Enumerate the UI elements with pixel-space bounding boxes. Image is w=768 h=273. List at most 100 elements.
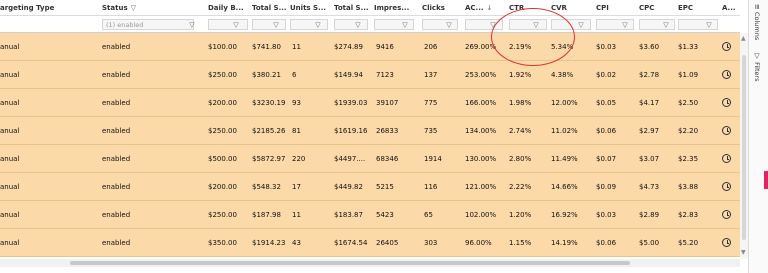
- cell-cvr: 11.49%: [551, 154, 578, 163]
- cell-impressions: 68346: [376, 154, 399, 163]
- history-action[interactable]: [722, 145, 740, 172]
- cell-daily-budget[interactable]: $500.00: [208, 145, 248, 172]
- col-header-epc[interactable]: EPC: [678, 0, 702, 15]
- cell-total-spend: $380.21: [252, 70, 281, 79]
- cpi-filter-funnel-icon[interactable]: ▽: [620, 19, 630, 30]
- cell-total-spend: $187.98: [252, 210, 281, 219]
- clock-icon[interactable]: [722, 210, 731, 219]
- table-row[interactable]: anual enabled $250.00 $2185.26 81 $1619.…: [0, 117, 740, 145]
- clicks-filter-funnel-icon[interactable]: ▽: [444, 19, 454, 30]
- cell-total-spend: $548.32: [252, 182, 281, 191]
- history-action[interactable]: [722, 117, 740, 144]
- clock-icon[interactable]: [722, 126, 731, 135]
- col-header-cvr[interactable]: CVR: [551, 0, 581, 15]
- total-spend-filter-funnel-icon[interactable]: ▽: [271, 19, 281, 30]
- col-header-label: EPC: [678, 3, 694, 12]
- cell-total-sales: $449.82: [334, 182, 363, 191]
- cell-clicks: 303: [424, 238, 438, 247]
- table-row[interactable]: anual enabled $100.00 $741.80 11 $274.89…: [0, 33, 740, 61]
- cell-total-sales: $1939.03: [334, 98, 368, 107]
- cell-cpc: $4.17: [639, 98, 660, 107]
- table-row[interactable]: anual enabled $350.00 $1914.23 43 $1674.…: [0, 229, 740, 257]
- col-header-ctr[interactable]: CTR: [509, 0, 539, 15]
- cell-daily-budget[interactable]: $200.00: [208, 173, 248, 200]
- cell-cvr: 4.38%: [551, 70, 574, 79]
- col-header-actions[interactable]: A...: [722, 0, 740, 15]
- scroll-down-arrow-icon[interactable]: ▼: [741, 249, 746, 256]
- table-row[interactable]: anual enabled $200.00 $3230.19 93 $1939.…: [0, 89, 740, 117]
- cell-acos: 134.00%: [465, 126, 497, 135]
- columns-panel-tab[interactable]: ≡ Columns: [753, 4, 761, 40]
- col-header-status[interactable]: Status ▽: [102, 0, 200, 15]
- red-edge-marker: [764, 171, 768, 189]
- cell-ctr: 2.22%: [509, 182, 532, 191]
- status-filter-funnel-icon[interactable]: ▽: [187, 19, 197, 30]
- clock-icon[interactable]: [722, 42, 731, 51]
- col-header-cpi[interactable]: CPI: [596, 0, 620, 15]
- history-action[interactable]: [722, 173, 740, 200]
- vertical-scrollbar-thumb[interactable]: [742, 55, 746, 240]
- scroll-up-arrow-icon[interactable]: ▲: [741, 35, 746, 42]
- col-header-units-sold[interactable]: Units S...: [290, 0, 328, 15]
- clock-icon[interactable]: [722, 238, 731, 247]
- cell-daily-budget[interactable]: $100.00: [208, 33, 248, 60]
- header-row: argeting Type Status ▽ Daily B... Total S…: [0, 0, 740, 16]
- col-header-acos[interactable]: AC... ↓: [465, 0, 495, 15]
- cpc-filter-funnel-icon[interactable]: ▽: [661, 19, 671, 30]
- cell-units-sold: 220: [292, 154, 306, 163]
- history-action[interactable]: [722, 33, 740, 60]
- table-row[interactable]: anual enabled $500.00 $5872.97 220 $4497…: [0, 145, 740, 173]
- cell-daily-budget[interactable]: $250.00: [208, 117, 248, 144]
- clock-icon[interactable]: [722, 98, 731, 107]
- cell-ctr: 2.74%: [509, 126, 532, 135]
- cell-status: enabled: [102, 182, 131, 191]
- col-header-cpc[interactable]: CPC: [639, 0, 663, 15]
- col-header-clicks[interactable]: Clicks: [422, 0, 452, 15]
- cell-status: enabled: [102, 154, 131, 163]
- cell-daily-budget[interactable]: $250.00: [208, 201, 248, 228]
- col-header-label: CTR: [509, 3, 525, 12]
- cell-daily-budget[interactable]: $350.00: [208, 229, 248, 256]
- side-tool-panel: ≡ Columns ▽ Filters: [748, 0, 768, 273]
- col-header-total-sales[interactable]: Total S...: [334, 0, 368, 15]
- filters-panel-tab[interactable]: ▽ Filters: [753, 52, 761, 82]
- col-header-impressions[interactable]: Impres...: [374, 0, 412, 15]
- history-action[interactable]: [722, 229, 740, 256]
- cell-status: enabled: [102, 42, 131, 51]
- cell-impressions: 5215: [376, 182, 394, 191]
- cell-units-sold: 11: [292, 42, 301, 51]
- acos-filter-funnel-icon[interactable]: ▽: [488, 19, 498, 30]
- col-header-targeting-type[interactable]: argeting Type: [0, 0, 90, 15]
- col-header-label: A...: [722, 3, 736, 12]
- clock-icon[interactable]: [722, 70, 731, 79]
- cell-clicks: 116: [424, 182, 438, 191]
- ctr-filter-input[interactable]: [509, 19, 547, 30]
- horizontal-scrollbar[interactable]: [0, 259, 740, 267]
- table-row[interactable]: anual enabled $250.00 $380.21 6 $149.94 …: [0, 61, 740, 89]
- vertical-scrollbar[interactable]: ▲ ▼: [740, 33, 748, 259]
- epc-filter-funnel-icon[interactable]: ▽: [704, 19, 714, 30]
- cell-epc: $1.33: [678, 42, 699, 51]
- history-action[interactable]: [722, 61, 740, 88]
- history-action[interactable]: [722, 201, 740, 228]
- ctr-filter-funnel-icon[interactable]: ▽: [531, 19, 541, 30]
- col-header-daily-budget[interactable]: Daily B...: [208, 0, 248, 15]
- clock-icon[interactable]: [722, 154, 731, 163]
- cell-daily-budget[interactable]: $250.00: [208, 61, 248, 88]
- history-action[interactable]: [722, 89, 740, 116]
- units-sold-filter-funnel-icon[interactable]: ▽: [313, 19, 323, 30]
- table-row[interactable]: anual enabled $250.00 $187.98 11 $183.87…: [0, 201, 740, 229]
- total-sales-filter-funnel-icon[interactable]: ▽: [353, 19, 363, 30]
- horizontal-scrollbar-thumb[interactable]: [70, 261, 630, 265]
- col-header-total-spend[interactable]: Total S...: [252, 0, 286, 15]
- cell-daily-budget[interactable]: $200.00: [208, 89, 248, 116]
- status-filter-input[interactable]: (1) enabled: [102, 19, 194, 30]
- daily-budget-filter-input[interactable]: [208, 19, 248, 30]
- impressions-filter-funnel-icon[interactable]: ▽: [400, 19, 410, 30]
- col-header-label: CPC: [639, 3, 655, 12]
- cell-cpi: $0.07: [596, 154, 617, 163]
- cvr-filter-funnel-icon[interactable]: ▽: [576, 19, 586, 30]
- clock-icon[interactable]: [722, 182, 731, 191]
- table-row[interactable]: anual enabled $200.00 $548.32 17 $449.82…: [0, 173, 740, 201]
- daily-budget-filter-funnel-icon[interactable]: ▽: [231, 19, 241, 30]
